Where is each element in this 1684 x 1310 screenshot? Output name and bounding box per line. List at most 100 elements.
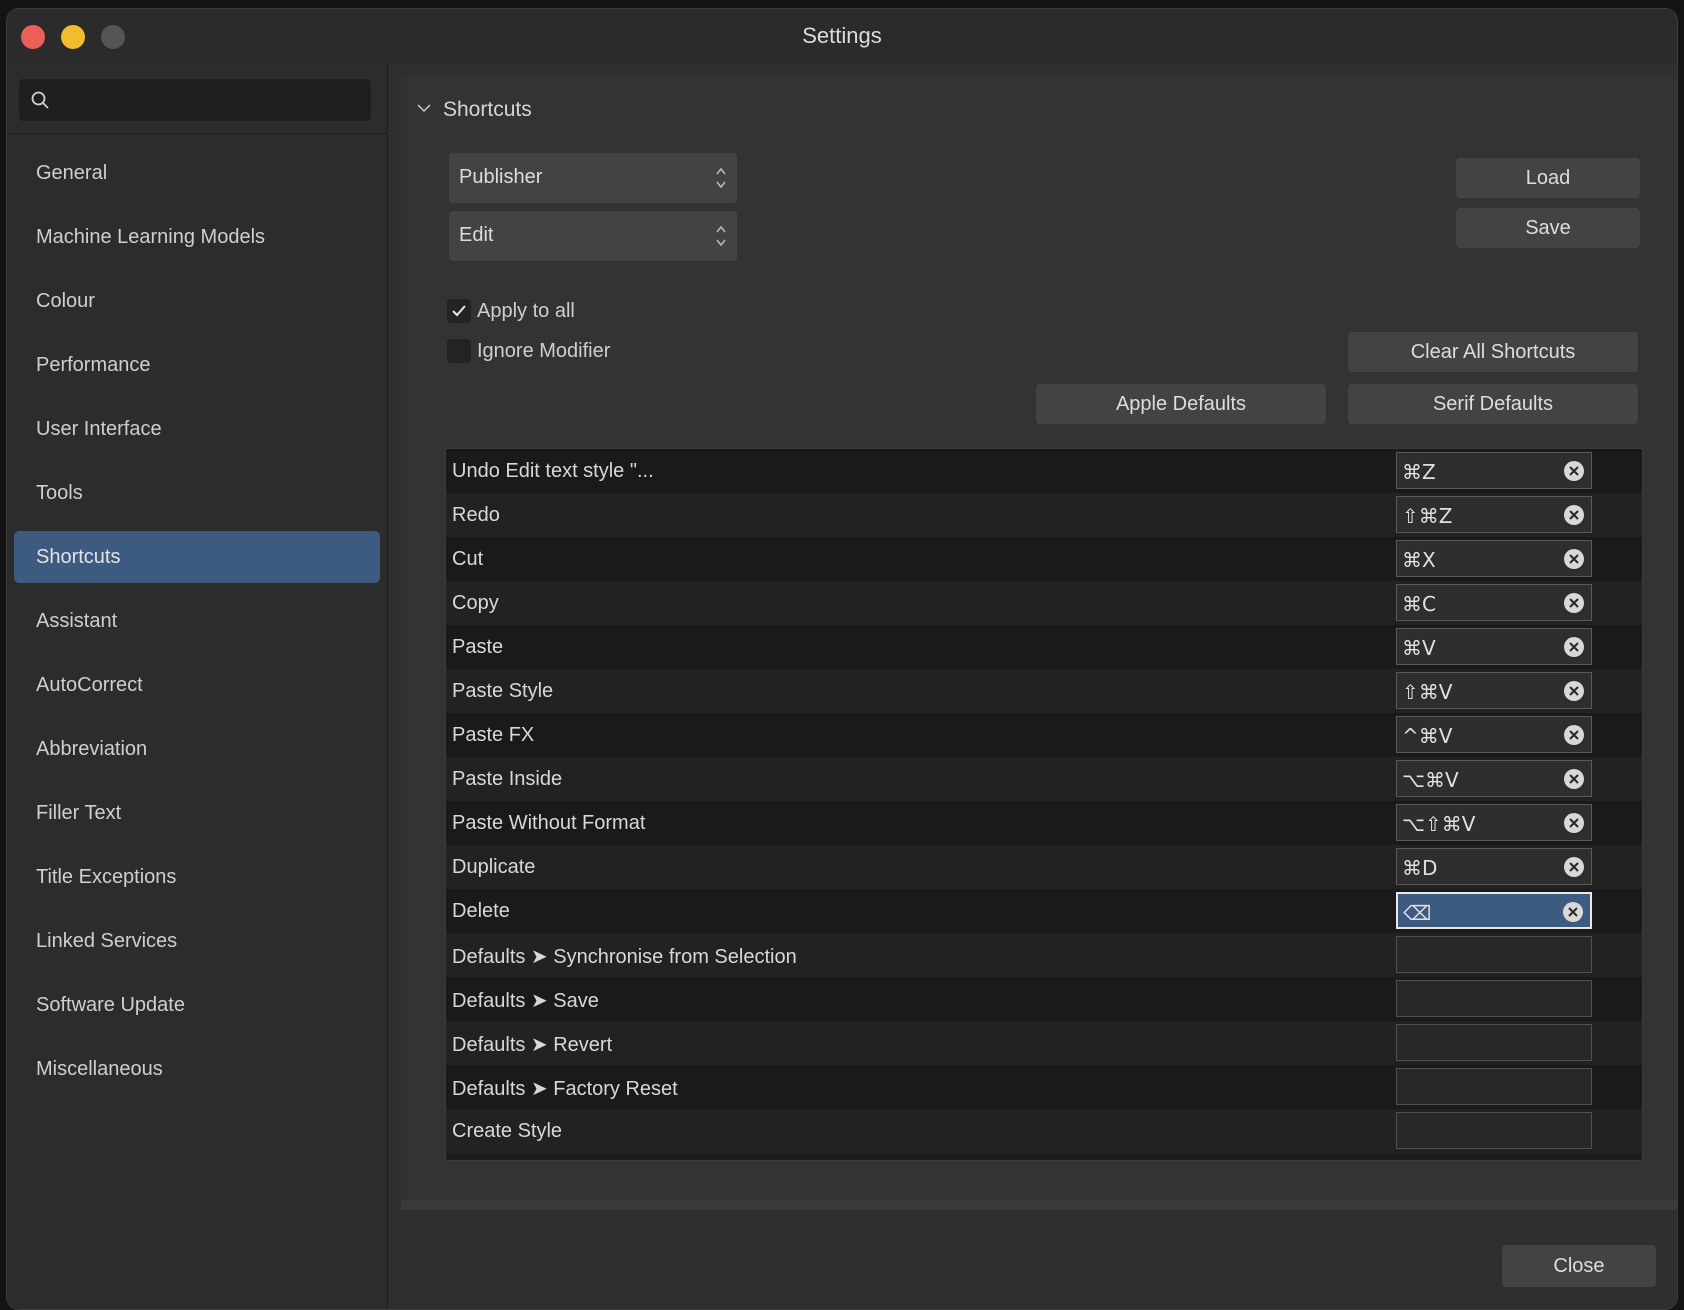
shortcut-key-field[interactable]: ^⌘V [1396,716,1592,753]
sidebar-item-performance[interactable]: Performance [14,339,380,391]
command-label: Undo Edit text style "... [452,460,654,482]
save-button[interactable]: Save [1456,208,1640,248]
shortcut-key-field[interactable]: ⌥⌘V [1396,760,1592,797]
clear-shortcut-icon[interactable] [1562,901,1584,923]
command-label: Paste Inside [452,768,563,790]
close-button[interactable]: Close [1502,1245,1656,1287]
sidebar-item-machine-learning-models[interactable]: Machine Learning Models [14,211,380,263]
clear-shortcut-icon[interactable] [1563,504,1585,526]
clear-shortcut-button[interactable] [1563,592,1585,619]
command-label: Paste FX [452,724,535,746]
main-content: Shortcuts Publisher Edit Load Save Apply… [388,63,1677,1309]
clear-shortcut-button[interactable] [1563,768,1585,795]
table-row[interactable]: Paste Inside ⌥⌘V [446,757,1642,801]
shortcut-key-field[interactable] [1396,1068,1592,1105]
table-row[interactable]: Paste Without Format ⌥⇧⌘V [446,801,1642,845]
command-label: Create Style [452,1120,563,1142]
clear-shortcut-button[interactable] [1563,460,1585,487]
command-label: Defaults ➤ Synchronise from Selection [452,946,797,968]
load-button[interactable]: Load [1456,158,1640,198]
shortcut-key-value: ⌘C [1402,592,1436,616]
sidebar-item-user-interface[interactable]: User Interface [14,403,380,455]
clear-shortcut-icon[interactable] [1563,680,1585,702]
clear-shortcut-icon[interactable] [1563,724,1585,746]
clear-shortcut-button[interactable] [1563,724,1585,751]
sidebar-item-software-update[interactable]: Software Update [14,979,380,1031]
shortcut-key-field[interactable]: ⌘V [1396,628,1592,665]
shortcut-key-field[interactable]: ⌘C [1396,584,1592,621]
command-label: Paste [452,636,504,658]
command-label: Redo [452,504,500,526]
command-label: Delete [452,900,510,922]
sidebar-item-assistant[interactable]: Assistant [14,595,380,647]
table-row[interactable]: Cut ⌘X [446,537,1642,581]
shortcut-key-field[interactable]: ⇧⌘Z [1396,496,1592,533]
table-row[interactable]: Defaults ➤ Synchronise from Selection [446,933,1642,977]
clear-shortcut-icon[interactable] [1563,812,1585,834]
table-row[interactable]: Defaults ➤ Factory Reset [446,1065,1642,1109]
sidebar-item-shortcuts[interactable]: Shortcuts [14,531,380,583]
serif-defaults-button[interactable]: Serif Defaults [1348,384,1638,424]
table-row[interactable]: Redo ⇧⌘Z [446,493,1642,537]
search-box[interactable] [19,79,371,123]
clear-shortcut-icon[interactable] [1563,856,1585,878]
shortcut-key-field[interactable] [1396,980,1592,1017]
clear-shortcut-icon[interactable] [1563,548,1585,570]
checkbox-box[interactable] [447,299,471,323]
sidebar-item-general[interactable]: General [14,147,380,199]
shortcut-key-value: ⌘X [1402,548,1436,572]
sidebar-item-abbreviation[interactable]: Abbreviation [14,723,380,775]
sidebar-item-miscellaneous[interactable]: Miscellaneous [14,1043,380,1095]
clear-shortcut-icon[interactable] [1563,592,1585,614]
table-row[interactable]: Defaults ➤ Save [446,977,1642,1021]
sidebar-item-tools[interactable]: Tools [14,467,380,519]
clear-shortcut-icon[interactable] [1563,768,1585,790]
shortcut-key-value: ⇧⌘Z [1402,504,1453,528]
category-select[interactable]: Edit [449,211,737,261]
clear-shortcut-button[interactable] [1563,636,1585,663]
shortcut-key-field[interactable]: ⌘D [1396,848,1592,885]
table-row[interactable]: Paste FX ^⌘V [446,713,1642,757]
updown-chevron-icon [716,225,726,247]
window-title: Settings [802,23,882,48]
clear-shortcut-button[interactable] [1563,504,1585,531]
table-row[interactable]: Paste Style ⇧⌘V [446,669,1642,713]
shortcut-key-field[interactable] [1396,1112,1592,1149]
shortcut-key-value: ⌫ [1403,901,1432,925]
sidebar-item-linked-services[interactable]: Linked Services [14,915,380,967]
clear-shortcut-button[interactable] [1562,901,1584,928]
shortcut-key-field[interactable]: ⇧⌘V [1396,672,1592,709]
shortcut-key-field[interactable]: ⌫ [1396,892,1592,929]
shortcut-key-field[interactable] [1396,1024,1592,1061]
table-row[interactable]: Create Style [446,1109,1642,1153]
shortcut-key-value: ⌥⌘V [1402,768,1459,792]
clear-all-shortcuts-button[interactable]: Clear All Shortcuts [1348,332,1638,372]
title-bar: Settings [7,9,1677,63]
clear-shortcut-icon[interactable] [1563,460,1585,482]
sidebar-nav: General Machine Learning Models Colour Perf… [14,133,380,1095]
sidebar-item-colour[interactable]: Colour [14,275,380,327]
shortcut-key-field[interactable]: ⌘X [1396,540,1592,577]
clear-shortcut-icon[interactable] [1563,636,1585,658]
clear-shortcut-button[interactable] [1563,812,1585,839]
table-row[interactable]: Undo Edit text style "... ⌘Z [446,449,1642,493]
checkbox-box[interactable] [447,339,471,363]
shortcut-key-field[interactable]: ⌥⇧⌘V [1396,804,1592,841]
table-row[interactable]: Paste ⌘V [446,625,1642,669]
search-icon [31,91,49,109]
shortcut-key-field[interactable]: ⌘Z [1396,452,1592,489]
app-select[interactable]: Publisher [449,153,737,203]
table-row[interactable]: Delete ⌫ [446,889,1642,933]
apple-defaults-button[interactable]: Apple Defaults [1036,384,1326,424]
clear-shortcut-button[interactable] [1563,680,1585,707]
clear-shortcut-button[interactable] [1563,856,1585,883]
clear-shortcut-button[interactable] [1563,548,1585,575]
sidebar-item-autocorrect[interactable]: AutoCorrect [14,659,380,711]
table-row[interactable]: Copy ⌘C [446,581,1642,625]
sidebar-item-filler-text[interactable]: Filler Text [14,787,380,839]
search-input[interactable] [61,79,365,123]
sidebar-item-title-exceptions[interactable]: Title Exceptions [14,851,380,903]
table-row[interactable]: Duplicate ⌘D [446,845,1642,889]
table-row[interactable]: Defaults ➤ Revert [446,1021,1642,1065]
shortcut-key-field[interactable] [1396,936,1592,973]
